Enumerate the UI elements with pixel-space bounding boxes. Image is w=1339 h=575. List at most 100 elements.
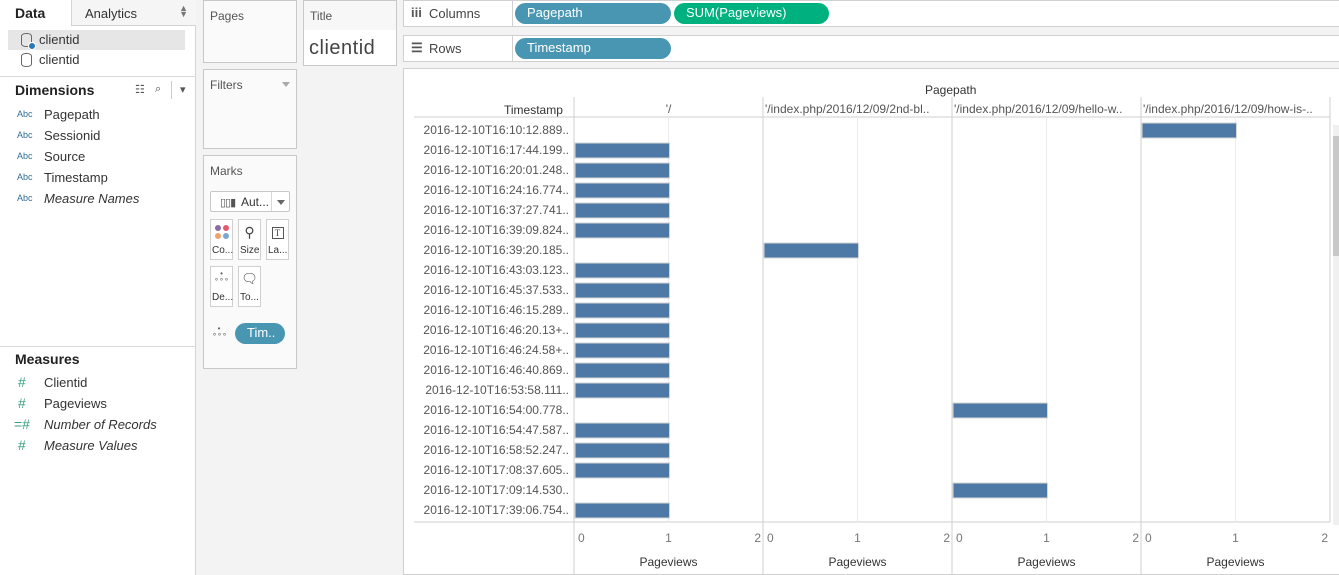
list-view-icon[interactable]: ☷ [135, 83, 145, 96]
tooltip-icon: 🗨 [241, 271, 258, 286]
detail-icon: • ∘∘∘ [213, 269, 230, 284]
columns-pill-pagepath[interactable]: Pagepath [515, 3, 671, 24]
marks-button-label: La... [268, 245, 288, 256]
viz-view: Pagepath Timestamp '/0 1 2 Pageviews '/index… [403, 68, 1339, 575]
bar [952, 402, 1048, 419]
title-card[interactable]: Title clientid [303, 0, 397, 66]
row-label: 2016-12-10T16:54:47.587.. [424, 423, 569, 437]
row-label: 2016-12-10T16:43:03.123.. [424, 263, 569, 277]
chevron-down-icon[interactable]: ▾ [180, 83, 186, 96]
columns-icon: iii [411, 5, 422, 20]
sort-arrows-icon[interactable]: ▲ ▼ [179, 4, 188, 19]
bar [763, 242, 859, 259]
data-pane: Data Analytics ▲ ▼ clientid clientid Dime… [0, 0, 196, 575]
marks-color-button[interactable]: Co... [210, 219, 233, 260]
pane-header-label: '/index.php/2016/12/09/2nd-bl.. [765, 102, 929, 116]
marks-size-button[interactable]: ⚲ Size [238, 219, 261, 260]
field-name: Pagepath [44, 107, 100, 122]
marks-card-title: Marks [210, 164, 243, 178]
bar [574, 142, 670, 159]
row-label: 2016-12-10T16:37:27.741.. [424, 203, 569, 217]
marks-card: Marks ▯▯▮ Aut... Co... ⚲ Size T La... • ∘… [203, 155, 297, 369]
database-icon [21, 53, 32, 67]
bar [574, 362, 670, 379]
mark-type-value: Aut... [241, 195, 270, 209]
dimensions-tools: ☷ ⌕ ▾ [135, 81, 195, 99]
row-label: 2016-12-10T16:53:58.111.. [425, 383, 569, 397]
pane-header-label: '/index.php/2016/12/09/hello-w.. [954, 102, 1122, 116]
detail-icon: • ∘∘∘ [212, 324, 228, 339]
field-name: Measure Names [44, 191, 140, 206]
bar [574, 382, 670, 399]
axis-tick-label: 0 [767, 531, 774, 545]
field-name: Pageviews [44, 396, 107, 411]
row-label: 2016-12-10T16:17:44.199.. [424, 143, 569, 157]
marks-detail-button[interactable]: • ∘∘∘ De... [210, 266, 233, 307]
tab-data[interactable]: Data [0, 0, 72, 26]
dimensions-title: Dimensions [15, 82, 95, 98]
string-type-icon: Abc [17, 151, 33, 161]
marks-tooltip-button[interactable]: 🗨 To... [238, 266, 261, 307]
marks-button-label: To... [240, 292, 259, 303]
pages-card[interactable]: Pages [203, 0, 297, 63]
row-label: 2016-12-10T16:46:40.869.. [424, 363, 569, 377]
marks-button-label: Size [240, 245, 260, 256]
worksheet-title[interactable]: clientid [309, 37, 375, 60]
bar [574, 422, 670, 439]
scrollbar-thumb[interactable] [1333, 136, 1339, 256]
mark-type-dropdown[interactable]: ▯▯▮ Aut... [210, 191, 290, 212]
columns-label-text: Columns [429, 6, 481, 21]
field-name: Measure Values [44, 438, 138, 453]
bar [574, 202, 670, 219]
rows-label-text: Rows [429, 41, 462, 56]
chevron-down-icon[interactable] [271, 192, 289, 211]
row-label: 2016-12-10T17:39:06.754.. [424, 503, 569, 517]
color-icon [215, 225, 229, 239]
field-name: Source [44, 149, 86, 164]
columns-pill-sum-pageviews[interactable]: SUM(Pageviews) [674, 3, 829, 24]
datasource-name: clientid [39, 52, 80, 67]
number-type-icon: # [18, 437, 26, 453]
axis-title: Pageviews [1017, 555, 1075, 569]
row-label: 2016-12-10T16:24:16.774.. [424, 183, 569, 197]
chevron-down-icon[interactable] [282, 82, 290, 87]
filters-card-title: Filters [210, 78, 243, 92]
text-label-icon: T [267, 225, 288, 239]
axis-tick-label: 0 [1145, 531, 1152, 545]
bar [574, 162, 670, 179]
bar [574, 282, 670, 299]
columns-shelf-label: iii Columns [404, 1, 513, 26]
bar [574, 182, 670, 199]
row-label: 2016-12-10T17:09:14.530.. [424, 483, 569, 497]
axis-tick-label: 2 [754, 531, 761, 545]
axis-title: Pageviews [1206, 555, 1264, 569]
row-label: 2016-12-10T16:39:20.185.. [424, 243, 569, 257]
row-label: 2016-12-10T16:46:15.289.. [424, 303, 569, 317]
datasource-item[interactable]: clientid [8, 50, 185, 70]
divider [0, 346, 196, 347]
pane-header-label: '/ [666, 102, 672, 116]
axis-tick-label: 2 [1132, 531, 1139, 545]
rows-shelf-label: ☰ Rows [404, 36, 513, 61]
marks-label-button[interactable]: T La... [266, 219, 289, 260]
datasource-item-active[interactable]: clientid [8, 30, 185, 50]
rows-pill-timestamp[interactable]: Timestamp [515, 38, 671, 59]
string-type-icon: Abc [17, 130, 33, 140]
pane-header-label: '/index.php/2016/12/09/how-is-.. [1143, 102, 1313, 116]
string-type-icon: Abc [17, 193, 33, 203]
columns-shelf[interactable]: iii Columns Pagepath SUM(Pageviews) [403, 0, 1339, 27]
detail-pill-timestamp[interactable]: Tim.. [235, 323, 285, 344]
tab-analytics[interactable]: Analytics ▲ ▼ [71, 0, 196, 26]
axis-title: Pageviews [828, 555, 886, 569]
search-icon[interactable]: ⌕ [155, 83, 161, 96]
filters-card[interactable]: Filters [203, 69, 297, 149]
axis-tick-label: 0 [956, 531, 963, 545]
size-icon: ⚲ [244, 224, 255, 240]
number-type-icon: # [18, 374, 26, 390]
measures-title: Measures [15, 351, 80, 367]
bar [574, 462, 670, 479]
rows-shelf[interactable]: ☰ Rows Timestamp [403, 35, 1339, 62]
row-label: 2016-12-10T16:45:37.533.. [424, 283, 569, 297]
axis-tick-label: 2 [1321, 531, 1328, 545]
divider [171, 81, 172, 99]
